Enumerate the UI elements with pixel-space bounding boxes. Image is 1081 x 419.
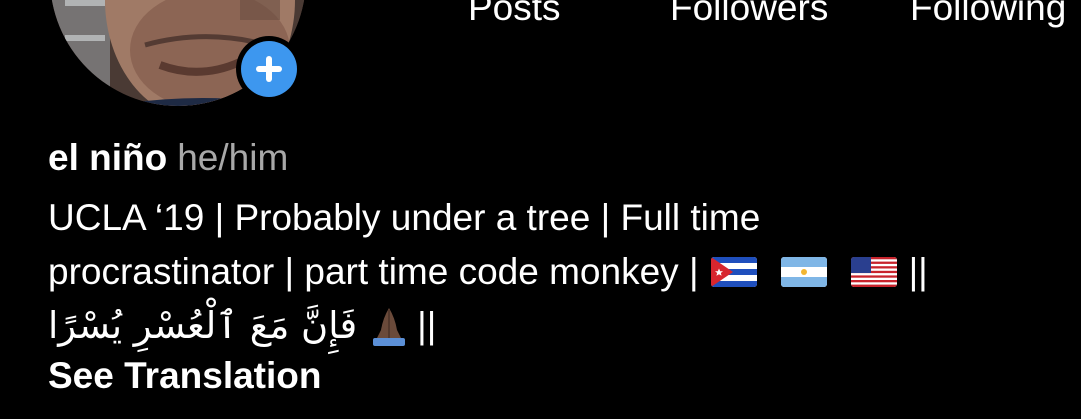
bio-line-3-start: || — [417, 305, 437, 346]
profile-pronouns: he/him — [177, 137, 289, 178]
profile-avatar-container — [50, 0, 306, 106]
argentina-flag-icon — [780, 257, 827, 287]
usa-flag-icon — [850, 257, 897, 287]
bio-line-2: procrastinator | part time code monkey | — [48, 245, 1068, 299]
bio-line-3: فَإِنَّ مَعَ ٱلْعُسْرِ يُسْرًا || — [48, 299, 1068, 353]
add-story-circle — [241, 41, 297, 97]
followers-stat-label[interactable]: Followers — [670, 0, 828, 30]
add-story-button[interactable] — [236, 36, 302, 102]
bio-line-2-end: || — [908, 251, 928, 292]
bio-arabic-text: فَإِنَّ مَعَ ٱلْعُسْرِ يُسْرًا — [48, 304, 358, 347]
plus-icon — [256, 56, 282, 82]
profile-bio: el niño he/him UCLA ‘19 | Probably under … — [48, 136, 1068, 353]
see-translation-link[interactable]: See Translation — [48, 352, 322, 400]
bio-line-2-text: procrastinator | part time code monkey | — [48, 251, 699, 292]
bio-line-1-text: UCLA ‘19 | Probably under a tree | Full … — [48, 197, 761, 238]
bio-text: UCLA ‘19 | Probably under a tree | Full … — [48, 191, 1068, 353]
profile-name: el niño — [48, 137, 168, 178]
following-stat-label[interactable]: Following — [910, 0, 1066, 30]
cuba-flag-icon — [710, 257, 757, 287]
posts-stat-label[interactable]: Posts — [468, 0, 561, 30]
name-line: el niño he/him — [48, 136, 1068, 180]
bio-line-1: UCLA ‘19 | Probably under a tree | Full … — [48, 191, 1068, 245]
folded-hands-icon — [367, 304, 411, 348]
